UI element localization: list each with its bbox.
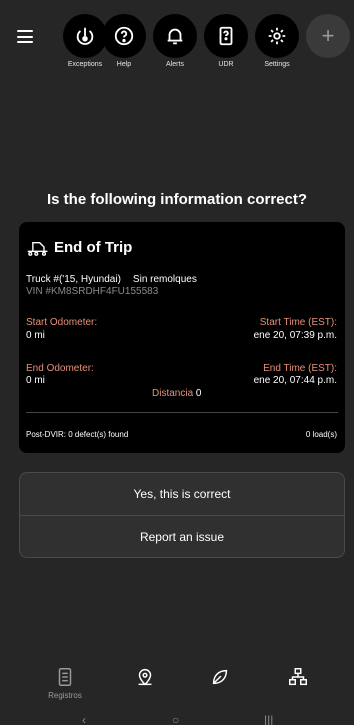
logs-icon (58, 668, 72, 686)
help-icon (114, 26, 134, 46)
dvir-status: Post-DVIR: 0 defect(s) found (26, 430, 129, 439)
vin-number: VIN #KM8SRDHF4FU155583 (26, 286, 159, 297)
start-time-value: ene 20, 07:39 p.m. (253, 330, 337, 341)
distance-label: Distancia (152, 388, 194, 399)
bell-icon (167, 28, 183, 45)
trailer-info: Sin remolques (132, 274, 197, 285)
help-label: Help (116, 61, 132, 68)
udr-label: UDR (218, 61, 234, 68)
trip-card-header: End of Trip (26, 237, 132, 257)
plus-icon: + (321, 23, 335, 48)
system-recents-button[interactable]: ||| (264, 714, 273, 725)
network-icon (289, 668, 307, 686)
hamburger-menu-icon[interactable] (17, 30, 33, 43)
alerts-label: Alerts (166, 61, 184, 68)
settings-button[interactable]: Settings (254, 14, 300, 68)
gear-icon (268, 27, 286, 45)
system-back-button[interactable]: ‹ (82, 714, 86, 725)
top-toolbar: Exceptions Help Alerts UDR Settings + (0, 0, 354, 78)
settings-label: Settings (264, 61, 290, 68)
loads-count: 0 load(s) (305, 430, 337, 439)
end-time-value: ene 20, 07:44 p.m. (253, 375, 337, 386)
help-button[interactable]: Help (101, 14, 147, 68)
system-home-button[interactable]: ○ (172, 714, 179, 725)
nav-logs-label: Registros (48, 691, 82, 700)
exceptions-label: Exceptions (67, 61, 103, 68)
confirmation-question: Is the following information correct? (46, 191, 307, 208)
bottom-navigation: Registros (0, 662, 354, 708)
distance-value: 0 (195, 388, 202, 399)
exceptions-icon (76, 27, 94, 45)
truck-icon (27, 242, 48, 256)
truck-name: Truck #('15, Hyundai) (26, 274, 121, 285)
report-issue-button[interactable]: Report an issue (20, 515, 344, 557)
leaf-icon (212, 669, 228, 685)
end-odometer-label: End Odometer: (26, 363, 94, 374)
add-button[interactable]: + (305, 14, 351, 58)
start-time-label: Start Time (EST): (259, 317, 337, 328)
nav-item-logs[interactable]: Registros (35, 666, 95, 700)
confirm-button[interactable]: Yes, this is correct (20, 473, 344, 515)
nav-item-network[interactable] (268, 666, 328, 688)
end-odometer-value: 0 mi (26, 375, 45, 386)
trip-card: End of Trip Truck #('15, Hyundai) Sin rem… (19, 222, 345, 453)
truck-info: Truck #('15, Hyundai) Sin remolques (26, 274, 197, 285)
start-odometer-value: 0 mi (26, 330, 45, 341)
nav-item-location[interactable] (115, 666, 175, 688)
location-pin-icon (138, 669, 152, 686)
card-divider (26, 412, 338, 413)
start-odometer-label: Start Odometer: (26, 317, 98, 328)
confirmation-actions: Yes, this is correct Report an issue (19, 472, 345, 558)
system-navigation-bar: ‹ ○ ||| (0, 710, 354, 725)
udr-icon (219, 26, 233, 46)
alerts-button[interactable]: Alerts (152, 14, 198, 68)
end-time-label: End Time (EST): (263, 363, 337, 374)
nav-item-eco[interactable] (190, 666, 250, 688)
udr-button[interactable]: UDR (203, 14, 249, 68)
trip-card-title: End of Trip (54, 238, 133, 256)
distance-row: Distancia 0 (152, 388, 201, 399)
